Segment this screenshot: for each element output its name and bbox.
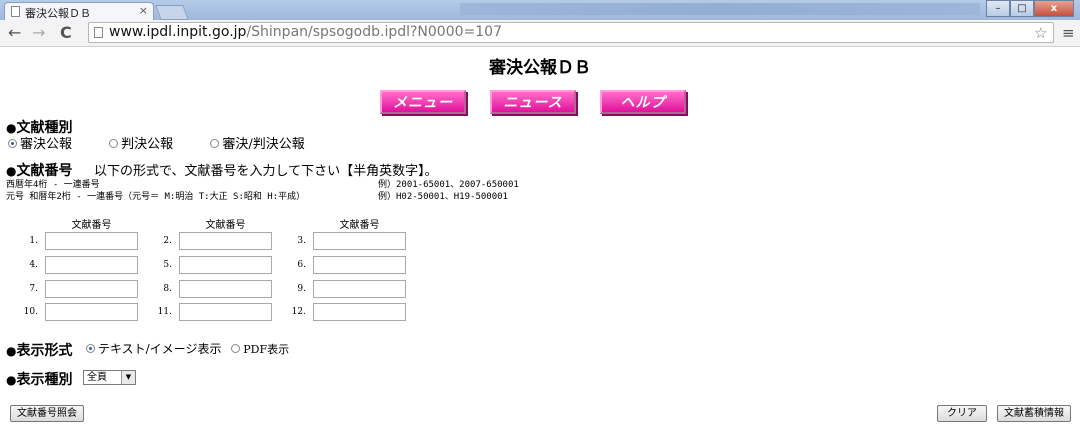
- doc-number-input-7[interactable]: [45, 280, 138, 298]
- field-label: 8.: [163, 284, 172, 294]
- column-header: 文献番号: [339, 220, 380, 231]
- doc-number-input-6[interactable]: [313, 256, 406, 274]
- doc-number-input-4[interactable]: [45, 256, 138, 274]
- radio-button[interactable]: [210, 139, 220, 148]
- blurred-taskbar-area: [460, 3, 980, 15]
- format-line-2: 元号 和暦年2桁 - 一連番号（元号＝ M:明治 T:大正 S:昭和 H:平成）: [6, 192, 306, 202]
- field-label: 9.: [297, 284, 306, 294]
- address-bar[interactable]: www.ipdl.inpit.go.jp/Shinpan/spsogodb.ip…: [88, 22, 1054, 43]
- menu-button[interactable]: メニュー: [380, 90, 466, 114]
- clear-button[interactable]: クリア: [937, 405, 987, 422]
- field-label: 5.: [163, 260, 172, 270]
- doc-number-input-8[interactable]: [179, 280, 272, 298]
- minimize-button[interactable]: –: [986, 0, 1010, 17]
- doc-number-input-12[interactable]: [313, 303, 406, 321]
- bookmark-star-icon[interactable]: ☆: [1034, 24, 1047, 42]
- browser-toolbar: ← → C www.ipdl.inpit.go.jp/Shinpan/spsog…: [0, 20, 1080, 47]
- page-title: 審決公報ＤＢ: [489, 58, 591, 78]
- forward-icon[interactable]: →: [32, 23, 45, 42]
- doc-number-input-1[interactable]: [45, 232, 138, 250]
- doc-type-option-hanketsu[interactable]: 判決公報: [109, 133, 173, 152]
- doc-number-input-10[interactable]: [45, 303, 138, 321]
- doc-number-lookup-button[interactable]: 文献番号照会: [10, 405, 84, 422]
- reload-icon[interactable]: C: [60, 23, 72, 42]
- display-type-heading: ●表示種別: [6, 372, 73, 388]
- field-label: 3.: [297, 236, 306, 246]
- news-button[interactable]: ニュース: [490, 90, 576, 114]
- page-icon: [11, 6, 20, 17]
- radio-button[interactable]: [86, 344, 95, 353]
- radio-button[interactable]: [8, 139, 17, 148]
- display-format-option-pdf[interactable]: PDF表示: [231, 341, 289, 357]
- doc-type-option-both[interactable]: 審決/判決公報: [210, 133, 305, 152]
- field-label: 1.: [29, 236, 38, 246]
- display-type-selected: 全頁: [87, 372, 107, 383]
- back-icon[interactable]: ←: [8, 23, 21, 42]
- chevron-down-icon: ▼: [121, 371, 135, 384]
- accumulation-info-button[interactable]: 文献蓄積情報: [997, 405, 1071, 422]
- display-format-radio-group: テキスト/イメージ表示 PDF表示: [86, 340, 289, 357]
- column-header: 文献番号: [205, 220, 246, 231]
- tab-close-icon[interactable]: ×: [139, 4, 148, 17]
- field-label: 6.: [297, 260, 306, 270]
- doc-type-radio-group: 審決公報 判決公報 審決/判決公報: [8, 133, 305, 152]
- new-tab-button[interactable]: [155, 5, 189, 20]
- column-header: 文献番号: [71, 220, 112, 231]
- maximize-button[interactable]: □: [1010, 0, 1034, 17]
- window-controls: – □ x: [986, 0, 1074, 18]
- display-type-select[interactable]: 全頁 ▼: [83, 370, 136, 385]
- radio-button[interactable]: [231, 344, 241, 353]
- field-label: 12.: [291, 307, 306, 317]
- tab-title: 審決公報ＤＢ: [25, 7, 91, 20]
- close-window-button[interactable]: x: [1034, 0, 1074, 17]
- doc-number-input-5[interactable]: [179, 256, 272, 274]
- display-format-heading: ●表示形式: [6, 343, 73, 359]
- field-label: 10.: [23, 307, 38, 317]
- browser-tab-bar: 審決公報ＤＢ × – □ x: [0, 0, 1080, 20]
- doc-number-input-2[interactable]: [179, 232, 272, 250]
- doc-number-input-9[interactable]: [313, 280, 406, 298]
- page-icon: [94, 27, 103, 38]
- field-label: 7.: [29, 284, 38, 294]
- field-label: 11.: [157, 307, 172, 317]
- doc-type-option-shinketsu[interactable]: 審決公報: [8, 133, 72, 152]
- field-label: 2.: [163, 236, 172, 246]
- browser-tab[interactable]: 審決公報ＤＢ ×: [4, 2, 154, 20]
- help-button[interactable]: ヘルプ: [600, 90, 686, 114]
- field-label: 4.: [29, 260, 38, 270]
- display-format-option-text[interactable]: テキスト/イメージ表示: [86, 340, 221, 357]
- url-text: www.ipdl.inpit.go.jp/Shinpan/spsogodb.ip…: [109, 24, 502, 40]
- browser-menu-icon[interactable]: ≡: [1062, 24, 1075, 42]
- doc-number-input-3[interactable]: [313, 232, 406, 250]
- format-example-2: 例）H02-50001、H19-500001: [378, 192, 508, 202]
- radio-button[interactable]: [109, 139, 119, 148]
- doc-number-input-11[interactable]: [179, 303, 272, 321]
